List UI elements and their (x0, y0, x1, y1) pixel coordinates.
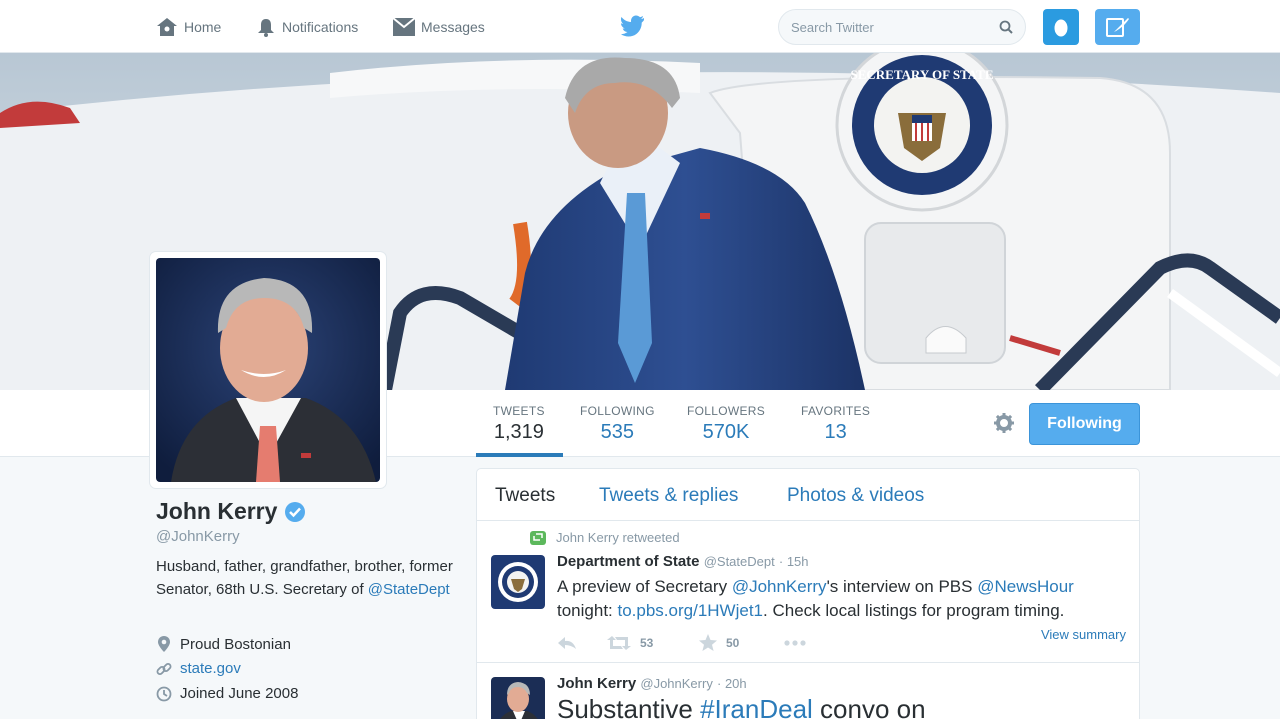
stat-followers[interactable]: FOLLOWERS 570K (687, 404, 765, 444)
retweet-count: 53 (640, 635, 654, 650)
timeline-tabs: Tweets Tweets & replies Photos & videos (477, 469, 1139, 521)
tweet-avatar[interactable] (491, 677, 545, 719)
profile-name-text: John Kerry (156, 498, 278, 524)
tab-tweets[interactable]: Tweets (495, 485, 555, 507)
stat-value: 13 (824, 421, 847, 443)
tweet-text-part: tonight: (557, 601, 618, 620)
tweet-avatar[interactable] (491, 555, 545, 609)
stat-label: FOLLOWING (580, 404, 655, 418)
tweet-text-part: 's interview on PBS (826, 577, 978, 596)
avatar-image (156, 258, 380, 482)
tweet-hashtag-link[interactable]: #IranDeal (700, 694, 813, 719)
bio-mention-link[interactable]: @StateDept (368, 581, 450, 598)
following-button[interactable]: Following (1029, 403, 1140, 445)
profile-menu-button[interactable] (1043, 9, 1079, 45)
stat-favorites[interactable]: FAVORITES 13 (801, 404, 870, 444)
profile-location: Proud Bostonian (156, 635, 291, 653)
retweet-button[interactable]: 53 (607, 635, 699, 650)
nav-home[interactable]: Home (156, 0, 221, 53)
tweet-text-part: convo on (812, 694, 926, 719)
reply-icon (558, 636, 576, 649)
tweet-text-part: A preview of Secretary (557, 577, 732, 596)
ellipsis-icon (784, 639, 806, 646)
tweet-url-link[interactable]: to.pbs.org/1HWjet1 (618, 601, 764, 620)
active-stat-underline (476, 453, 563, 457)
search-icon[interactable] (999, 20, 1013, 34)
tab-tweets-and-replies[interactable]: Tweets & replies (599, 485, 738, 507)
tweet-text: Substantive #IranDeal convo on (557, 694, 1127, 719)
tweet[interactable]: John Kerry @JohnKerry · 20h Substantive … (477, 663, 1139, 719)
stat-label: FAVORITES (801, 404, 871, 418)
more-button[interactable] (784, 639, 806, 646)
nav-messages[interactable]: Messages (393, 0, 485, 53)
location-pin-icon (158, 636, 170, 652)
tweet-timestamp[interactable]: · 20h (717, 676, 747, 691)
state-dept-seal-icon (491, 555, 545, 609)
favorite-button[interactable]: 50 (699, 634, 784, 651)
retweet-context: John Kerry retweeted (530, 530, 680, 545)
retweet-action-icon (607, 635, 631, 650)
profile-joined: Joined June 2008 (156, 685, 298, 702)
tweet-text-part: . Check local listings for program timin… (763, 601, 1065, 620)
stat-label: FOLLOWERS (687, 404, 766, 418)
nav-notifications[interactable]: Notifications (256, 0, 358, 53)
profile-url-link[interactable]: state.gov (180, 660, 241, 677)
retweet-context-text: John Kerry retweeted (556, 530, 680, 545)
nav-notifications-label: Notifications (282, 18, 359, 35)
verified-badge-icon (285, 501, 306, 522)
compose-quill-icon (1105, 18, 1129, 37)
tweet[interactable]: John Kerry retweeted Department of State… (477, 521, 1139, 663)
stat-value: 1,319 (493, 421, 544, 443)
kerry-avatar-image (491, 677, 545, 719)
calendar-clock-icon (156, 686, 172, 701)
star-icon (699, 634, 717, 651)
tweet-text: A preview of Secretary @JohnKerry's inte… (557, 575, 1127, 623)
favorite-count: 50 (726, 635, 740, 650)
seal-text: SECRETARY OF STATE (850, 67, 993, 82)
joined-text: Joined June 2008 (180, 685, 299, 702)
profile-avatar[interactable] (150, 252, 386, 488)
tweet-actions: 53 50 (557, 634, 806, 651)
timeline: Tweets Tweets & replies Photos & videos … (476, 468, 1140, 719)
stat-label: TWEETS (493, 404, 545, 418)
tweet-author-name[interactable]: Department of State (557, 553, 700, 570)
link-icon (156, 662, 172, 675)
location-text: Proud Bostonian (180, 635, 291, 653)
view-summary-link[interactable]: View summary (1041, 627, 1126, 642)
profile-name: John Kerry (156, 498, 306, 525)
tweet-mention-link[interactable]: @JohnKerry (732, 577, 827, 596)
tweet-mention-link[interactable]: @NewsHour (977, 577, 1074, 596)
compose-tweet-button[interactable] (1095, 9, 1140, 45)
profile-handle[interactable]: @JohnKerry (156, 528, 240, 545)
tweet-author-handle[interactable]: @JohnKerry (640, 676, 712, 691)
stat-value: 570K (702, 421, 750, 443)
reply-button[interactable] (557, 636, 607, 650)
tweet-author-name[interactable]: John Kerry (557, 675, 636, 692)
profile-url: state.gov (156, 660, 241, 677)
bell-icon (258, 18, 274, 37)
profile-bio: Husband, father, grandfather, brother, f… (156, 556, 456, 601)
tweet-author-handle[interactable]: @StateDept (704, 554, 775, 569)
stat-tweets[interactable]: TWEETS 1,319 (493, 404, 545, 444)
top-nav: Home Notifications Messages (0, 0, 1280, 53)
search-input[interactable] (791, 19, 999, 35)
home-icon (157, 17, 177, 36)
retweet-icon (530, 530, 546, 545)
tab-photos-and-videos[interactable]: Photos & videos (787, 485, 924, 507)
gear-icon[interactable] (993, 412, 1015, 439)
nav-messages-label: Messages (421, 18, 485, 35)
tweet-timestamp[interactable]: · 15h (779, 554, 809, 569)
search-box[interactable] (778, 9, 1026, 45)
stat-value: 535 (600, 421, 635, 443)
egg-avatar-icon (1054, 19, 1068, 37)
tweet-header: Department of State @StateDept · 15h (557, 553, 809, 570)
stat-following[interactable]: FOLLOWING 535 (580, 404, 655, 444)
twitter-bird-icon[interactable] (621, 15, 645, 42)
envelope-icon (393, 17, 415, 36)
nav-home-label: Home (184, 18, 222, 35)
tweet-text-part: Substantive (557, 694, 701, 719)
tweet-header: John Kerry @JohnKerry · 20h (557, 675, 747, 692)
